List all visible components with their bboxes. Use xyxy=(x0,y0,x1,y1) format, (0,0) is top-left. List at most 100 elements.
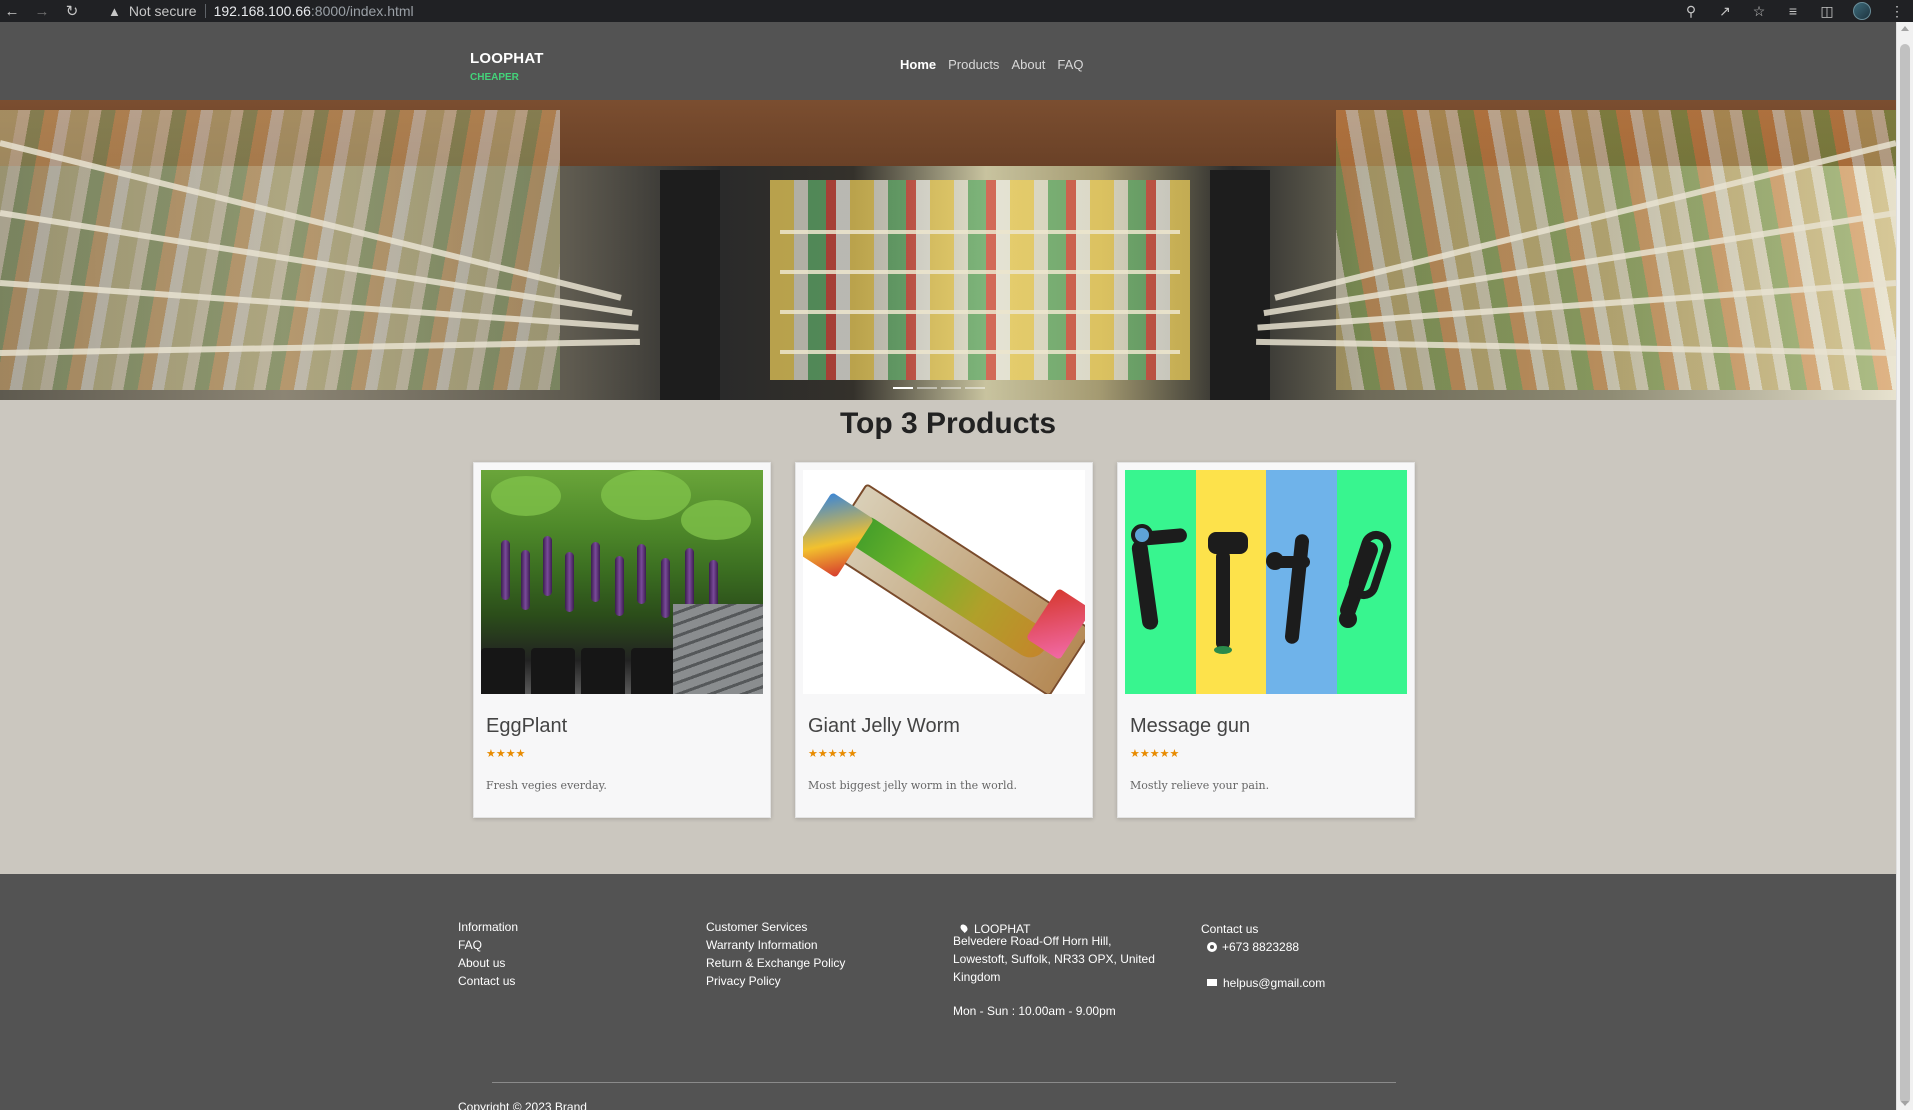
product-card[interactable]: Giant Jelly Worm ★★★★★ Most biggest jell… xyxy=(795,462,1093,818)
product-name[interactable]: EggPlant xyxy=(486,715,567,738)
eggplant-shape xyxy=(565,552,574,612)
email-row[interactable]: helpus@gmail.com xyxy=(1207,976,1325,990)
product-description: Fresh vegies everday. xyxy=(486,779,607,792)
pot-shape xyxy=(631,648,675,694)
pot-shape xyxy=(581,648,625,694)
footer-heading: Contact us xyxy=(1201,922,1259,936)
page: LOOPHAT CHEAPER Home Products About FAQ xyxy=(0,22,1896,1110)
footer-link-returns[interactable]: Return & Exchange Policy xyxy=(706,956,845,970)
leaf-shape xyxy=(491,476,561,516)
gun-loop-shape xyxy=(1344,527,1395,603)
eggplant-shape xyxy=(521,550,530,610)
phone-row[interactable]: +673 8823288 xyxy=(1207,940,1299,954)
copyright: Copyright © 2023 Brand xyxy=(458,1100,587,1110)
eggplant-shape xyxy=(591,542,600,602)
color-band xyxy=(1266,470,1337,694)
footer-link-privacy[interactable]: Privacy Policy xyxy=(706,974,781,988)
reading-list-icon[interactable]: ≡ xyxy=(1785,3,1801,19)
scroll-up-arrow-icon[interactable] xyxy=(1901,26,1909,31)
page-scrollbar[interactable] xyxy=(1896,22,1913,1110)
leaf-shape xyxy=(601,470,691,520)
eggplant-shape xyxy=(543,536,552,596)
carousel-indicator[interactable] xyxy=(917,387,937,389)
share-icon[interactable]: ↗ xyxy=(1717,3,1733,19)
footer-link-warranty[interactable]: Warranty Information xyxy=(706,938,818,952)
section-title: Top 3 Products xyxy=(839,407,1057,440)
footer-divider xyxy=(492,1082,1396,1083)
nav-links: Home Products About FAQ xyxy=(900,57,1083,72)
gun-barrel-shape xyxy=(1207,532,1248,554)
mail-icon xyxy=(1207,979,1217,986)
address: Belvedere Road-Off Horn Hill, Lowestoft,… xyxy=(953,934,1155,984)
brand[interactable]: LOOPHAT CHEAPER xyxy=(470,50,544,83)
forward-arrow-icon[interactable]: → xyxy=(34,3,50,20)
star-rating: ★★★★ xyxy=(486,748,526,760)
site-navbar: LOOPHAT CHEAPER Home Products About FAQ xyxy=(0,22,1896,100)
product-name[interactable]: Giant Jelly Worm xyxy=(808,715,960,738)
email-address: helpus@gmail.com xyxy=(1223,976,1326,990)
pot-shape xyxy=(481,648,525,694)
security-label[interactable]: Not secure xyxy=(129,3,197,19)
url-host: 192.168.100.66 xyxy=(213,3,311,19)
nav-link-faq[interactable]: FAQ xyxy=(1057,57,1083,72)
gun-head-shape xyxy=(1338,610,1357,628)
menu-kebab-icon[interactable]: ⋮ xyxy=(1889,3,1905,19)
nav-link-products[interactable]: Products xyxy=(948,57,999,72)
hero-carousel[interactable] xyxy=(0,100,1896,400)
carousel-indicator[interactable] xyxy=(893,387,913,389)
whatsapp-icon xyxy=(1207,942,1217,952)
browser-toolbar: ← → ↻ ▲ Not secure 192.168.100.66:8000/i… xyxy=(0,0,1913,22)
footer-link-faq[interactable]: FAQ xyxy=(458,938,482,952)
product-card[interactable]: EggPlant ★★★★ Fresh vegies everday. xyxy=(473,462,771,818)
nav-link-about[interactable]: About xyxy=(1011,57,1045,72)
hero-shelf xyxy=(780,310,1180,314)
star-rating: ★★★★★ xyxy=(808,748,858,760)
aisle-shadow-right xyxy=(1210,170,1270,400)
scrollbar-thumb[interactable] xyxy=(1900,44,1910,1104)
url-separator xyxy=(204,4,206,18)
address-bar[interactable]: 192.168.100.66:8000/index.html xyxy=(214,3,414,19)
footer-heading: Customer Services xyxy=(706,920,808,934)
product-name[interactable]: Message gun xyxy=(1130,715,1250,738)
carousel-indicator[interactable] xyxy=(965,387,985,389)
url-path: :8000/index.html xyxy=(310,3,414,19)
gun-handle-shape xyxy=(1284,533,1310,645)
gun-base-shape xyxy=(1213,646,1232,654)
eggplant-shape xyxy=(615,556,624,616)
footer-heading: Information xyxy=(458,920,519,934)
carousel-indicator[interactable] xyxy=(941,387,961,389)
product-image-massage-gun xyxy=(1125,470,1407,694)
footer-link-about[interactable]: About us xyxy=(458,956,505,970)
eggplant-shape xyxy=(637,544,646,604)
site-footer: Information FAQ About us Contact us Cust… xyxy=(0,874,1896,1110)
pot-shape xyxy=(531,648,575,694)
hero-shelf xyxy=(780,350,1180,354)
footer-link-contact[interactable]: Contact us xyxy=(458,974,515,988)
carousel-indicators xyxy=(893,387,985,389)
side-panel-icon[interactable]: ◫ xyxy=(1819,3,1835,19)
back-arrow-icon[interactable]: ← xyxy=(4,3,20,20)
nav-link-home[interactable]: Home xyxy=(900,57,936,72)
profile-avatar[interactable] xyxy=(1853,2,1871,20)
hero-shelf xyxy=(780,230,1180,234)
eggplant-shape xyxy=(661,558,670,618)
zoom-icon[interactable]: ⚲ xyxy=(1683,3,1699,19)
phone-number: +673 8823288 xyxy=(1222,940,1300,954)
gun-handle-shape xyxy=(1130,539,1160,631)
color-band xyxy=(1125,470,1196,694)
bookmark-star-icon[interactable]: ☆ xyxy=(1751,3,1767,19)
product-description: Mostly relieve your pain. xyxy=(1130,779,1270,792)
reload-icon[interactable]: ↻ xyxy=(64,3,80,20)
product-description: Most biggest jelly worm in the world. xyxy=(808,779,1018,792)
product-image-jelly-worm xyxy=(803,470,1085,694)
gun-head-shape xyxy=(1266,552,1284,570)
opening-hours: Mon - Sun : 10.00am - 9.00pm xyxy=(953,1004,1116,1018)
brand-tagline: CHEAPER xyxy=(470,72,519,83)
color-band xyxy=(1336,470,1407,694)
eggplant-shape xyxy=(685,548,694,608)
brand-name: LOOPHAT xyxy=(470,50,544,67)
product-card[interactable]: Message gun ★★★★★ Mostly relieve your pa… xyxy=(1117,462,1415,818)
scroll-down-arrow-icon[interactable] xyxy=(1901,1101,1909,1106)
warning-triangle-icon[interactable]: ▲ xyxy=(108,4,121,19)
color-band xyxy=(1195,470,1266,694)
